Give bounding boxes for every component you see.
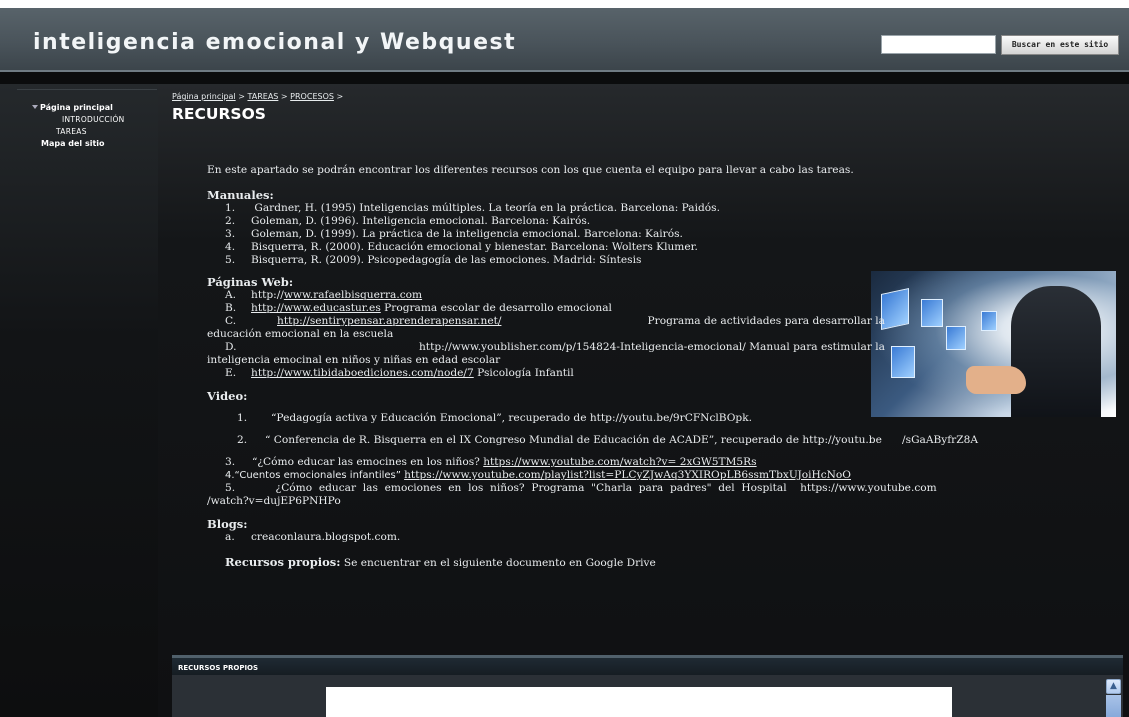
scroll-up-arrow-icon[interactable]: ▲ — [1106, 679, 1121, 694]
list-item: 2. “ Conferencia de R. Bisquerra en el IX… — [237, 434, 978, 446]
breadcrumb-separator: > — [280, 92, 288, 101]
breadcrumb-home[interactable]: Página principal — [172, 92, 236, 101]
link-youtube-video-3[interactable]: https://www.youtube.com/watch?v= 2xGW5TM… — [483, 456, 756, 468]
list-item: 5. Bisquerra, R. (2009). Psicopedagogía d… — [225, 254, 642, 266]
resources-content: En este apartado se podrán encontrar los… — [207, 164, 1125, 570]
list-item: E. http://www.tibidaboediciones.com/node/… — [225, 367, 574, 379]
breadcrumb-separator: > — [336, 92, 344, 101]
sidebar-item-home[interactable]: Página principal — [32, 102, 125, 114]
sidebar-nav: Página principal INTRODUCCIÓN TAREAS Map… — [32, 102, 125, 150]
sidebar: Página principal INTRODUCCIÓN TAREAS Map… — [0, 84, 158, 717]
section-title-manuales: Manuales: — [207, 188, 274, 202]
scrollbar-track[interactable] — [1106, 695, 1121, 717]
page-title: RECURSOS — [172, 105, 266, 123]
list-item: 2. Goleman, D. (1996). Inteligencia emoci… — [225, 215, 591, 227]
section-title-video: Video: — [207, 389, 248, 403]
sidebar-item-tareas[interactable]: TAREAS — [32, 126, 125, 138]
intro-text: En este apartado se podrán encontrar los… — [207, 164, 854, 176]
search-button[interactable]: Buscar en este sitio — [1001, 35, 1119, 55]
sidebar-item-sitemap[interactable]: Mapa del sitio — [32, 138, 125, 150]
main-content: Página principal > TAREAS > PROCESOS > R… — [158, 84, 1129, 717]
embed-title: RECURSOS PROPIOS — [172, 655, 1123, 675]
breadcrumb: Página principal > TAREAS > PROCESOS > — [172, 92, 343, 101]
list-item: D. http://www.youblisher.com/p/154824-Int… — [225, 341, 885, 353]
section-title-blogs: Blogs: — [207, 517, 248, 531]
section-title-web: Páginas Web: — [207, 275, 294, 289]
link-rafaelbisquerra[interactable]: www.rafaelbisquerra.com — [284, 289, 422, 301]
link-sentirypensar[interactable]: http://sentirypensar.aprenderapensar.net… — [277, 315, 501, 327]
list-item: C. http://sentirypensar.aprenderapensar.n… — [225, 315, 885, 327]
site-title[interactable]: inteligencia emocional y Webquest — [33, 30, 516, 55]
list-item: 4. Bisquerra, R. (2000). Educación emocio… — [225, 241, 698, 253]
list-item: 4.“Cuentos emocionales infantiles” https… — [225, 469, 851, 481]
list-item-continuation: educación emocional en la escuela — [207, 328, 394, 340]
breadcrumb-separator: > — [238, 92, 245, 101]
link-educastur[interactable]: http://www.educastur.es — [251, 302, 381, 314]
sidebar-item-introduccion[interactable]: INTRODUCCIÓN — [32, 114, 125, 126]
list-item: A. http://www.rafaelbisquerra.com — [225, 289, 423, 301]
sidebar-item-label: Página principal — [40, 103, 113, 112]
link-tibidabo[interactable]: http://www.tibidaboediciones.com/node/7 — [251, 367, 474, 379]
list-item: 3. “¿Cómo educar las emocines en los niñ… — [225, 456, 757, 468]
embedded-document[interactable] — [326, 687, 952, 717]
top-border — [0, 0, 1129, 8]
list-item: 5. ¿Cómo educar las emociones en los niñ… — [225, 482, 937, 494]
list-item-continuation: inteligencia emocinal en niños y niñas e… — [207, 354, 501, 366]
own-resources-text: Recursos propios: Se encuentrar en el si… — [225, 555, 656, 570]
search-input[interactable] — [881, 35, 996, 54]
breadcrumb-procesos[interactable]: PROCESOS — [290, 92, 334, 101]
breadcrumb-tareas[interactable]: TAREAS — [247, 92, 278, 101]
sidebar-divider — [17, 89, 157, 90]
list-item: 3. Goleman, D. (1999). La práctica de la … — [225, 228, 683, 240]
list-item: 1. Gardner, H. (1995) Inteligencias múlt… — [225, 202, 720, 214]
google-drive-embed[interactable]: ▲ — [172, 675, 1123, 717]
list-item: B. http://www.educastur.es Programa escol… — [225, 302, 612, 314]
link-youtube-playlist[interactable]: https://www.youtube.com/playlist?list=PL… — [404, 469, 851, 481]
list-item: 1. “Pedagogía activa y Educación Emociona… — [237, 412, 753, 424]
site-header: inteligencia emocional y Webquest Buscar… — [0, 8, 1129, 72]
list-item-continuation: /watch?v=dujEP6PNHPo — [207, 495, 341, 507]
triangle-down-icon[interactable] — [32, 105, 38, 109]
list-item: a. creaconlaura.blogspot.com. — [225, 531, 401, 543]
